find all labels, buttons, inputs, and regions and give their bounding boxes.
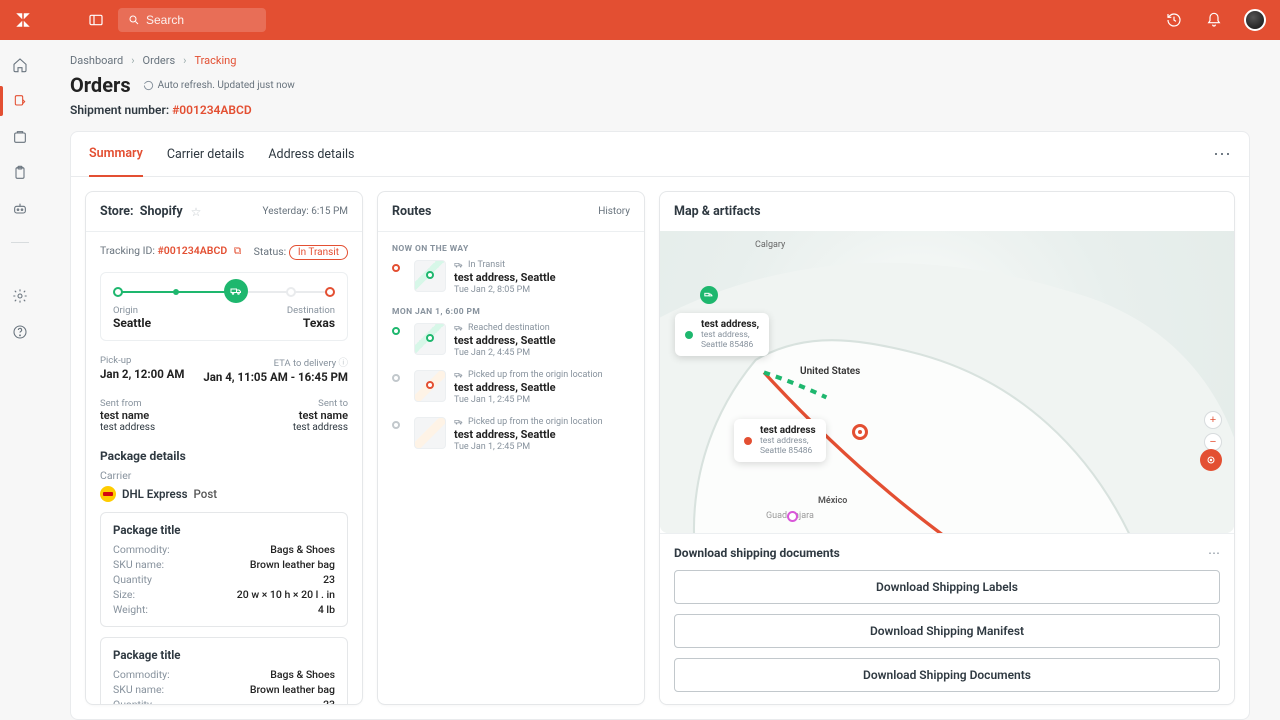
info-icon[interactable]: ⓘ (338, 358, 348, 369)
route-item: Picked up from the origin location test … (392, 370, 630, 405)
nav-orders-icon[interactable] (9, 90, 31, 112)
shipment-number: Shipment number: #001234ABCD (70, 103, 1250, 117)
breadcrumb: Dashboard › Orders › Tracking (70, 54, 1250, 67)
downloads-more-icon[interactable]: ⋯ (1208, 546, 1220, 560)
pickup-time: Jan 2, 12:00 AM (100, 367, 184, 381)
star-icon[interactable]: ☆ (191, 205, 202, 219)
tabs-more-icon[interactable]: ⋯ (1213, 144, 1231, 165)
shipment-progress: OriginSeattle DestinationTexas (100, 272, 348, 341)
tab-address-details[interactable]: Address details (268, 133, 354, 176)
copy-icon[interactable]: ⧉ (234, 244, 242, 257)
status-badge: In Transit (289, 245, 348, 260)
carrier-name: DHL Express (122, 487, 188, 501)
origin-city: Seattle (113, 316, 151, 330)
eta-time: Jan 4, 11:05 AM - 16:45 PM (203, 370, 348, 384)
route-thumbnail (414, 417, 446, 449)
crumb-dashboard[interactable]: Dashboard (70, 54, 123, 67)
truck-icon (224, 279, 248, 303)
search-input[interactable] (118, 8, 266, 32)
page-title: Orders (70, 73, 131, 97)
map-info-card: test addresstest address,Seattle 85486 (734, 419, 826, 462)
nav-clipboard-icon[interactable] (9, 162, 31, 184)
avatar[interactable] (1244, 9, 1266, 31)
map-origin-pin-icon (700, 286, 718, 304)
route-item: Reached destination test address, Seattl… (392, 323, 630, 358)
map-info-card: test address,test address,Seattle 85486 (675, 313, 769, 356)
search-icon (128, 14, 140, 26)
route-dot-icon (392, 327, 400, 335)
destination-city: Texas (287, 316, 335, 330)
map-title: Map & artifacts (674, 204, 761, 219)
store-timestamp: Yesterday: 6:15 PM (263, 206, 348, 217)
route-item: In Transit test address, Seattle Tue Jan… (392, 260, 630, 295)
auto-refresh-note: Auto refresh. Updated just now (143, 80, 295, 91)
route-thumbnail (414, 260, 446, 292)
nav-settings-icon[interactable] (9, 285, 31, 307)
route-thumbnail (414, 323, 446, 355)
crumb-tracking[interactable]: Tracking (194, 54, 236, 67)
map-recenter-icon[interactable] (1200, 449, 1222, 471)
routes-title: Routes (392, 204, 431, 219)
nav-catalog-icon[interactable] (9, 126, 31, 148)
map[interactable]: Calgary United States México Guadalajara… (660, 231, 1234, 533)
route-dot-icon (392, 421, 400, 429)
tab-carrier-details[interactable]: Carrier details (167, 133, 245, 176)
panel-toggle-icon[interactable] (84, 8, 108, 32)
download-documents-button[interactable]: Download Shipping Documents (674, 658, 1220, 692)
package-card: Package title Commodity:Bags & Shoes SKU… (100, 637, 348, 704)
route-dot-icon (392, 264, 400, 272)
nav-help-icon[interactable] (9, 321, 31, 343)
map-zoom-in[interactable]: + (1204, 411, 1222, 429)
history-icon[interactable] (1164, 10, 1184, 30)
tab-summary[interactable]: Summary (89, 132, 143, 177)
map-bubble-icon (787, 511, 798, 522)
route-item: Picked up from the origin location test … (392, 417, 630, 452)
dhl-icon (100, 486, 116, 502)
route-thumbnail (414, 370, 446, 402)
map-dest-pin-icon (852, 424, 868, 440)
download-labels-button[interactable]: Download Shipping Labels (674, 570, 1220, 604)
app-logo[interactable] (14, 11, 32, 29)
package-details-title: Package details (100, 449, 348, 463)
package-card: Package title Commodity:Bags & Shoes SKU… (100, 512, 348, 627)
nav-home-icon[interactable] (9, 54, 31, 76)
downloads-title: Download shipping documents (674, 546, 840, 560)
download-manifest-button[interactable]: Download Shipping Manifest (674, 614, 1220, 648)
crumb-orders[interactable]: Orders (143, 54, 176, 67)
nav-bot-icon[interactable] (9, 198, 31, 220)
routes-history-link[interactable]: History (598, 206, 630, 217)
bell-icon[interactable] (1204, 10, 1224, 30)
route-dot-icon (392, 374, 400, 382)
tracking-id: #001234ABCD (158, 244, 228, 257)
